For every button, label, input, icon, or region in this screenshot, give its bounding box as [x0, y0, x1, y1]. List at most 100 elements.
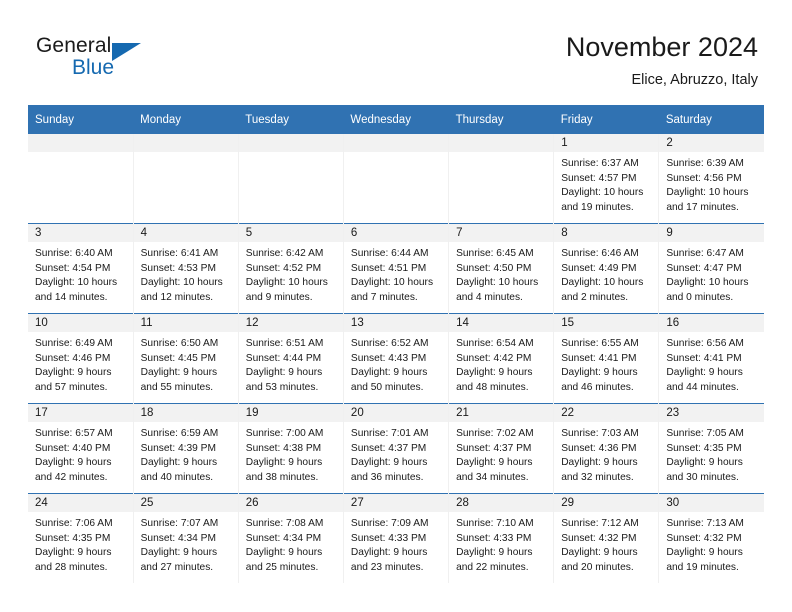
sunset-time: Sunset: 4:49 PM [561, 262, 637, 274]
calendar-day-cell[interactable]: 7 Sunrise: 6:45 AM Sunset: 4:50 PM Daylight… [448, 223, 555, 314]
calendar-day-cell[interactable]: 29 Sunrise: 7:12 AM Sunset: 4:32 PM Dayligh… [553, 493, 660, 583]
calendar-page: General Blue November 2024 Elice, Abruzz… [0, 0, 792, 612]
calendar-week-row: 1 Sunrise: 6:37 AM Sunset: 4:57 PM Daylight… [28, 134, 764, 224]
sunrise-time: Sunrise: 6:50 AM [140, 338, 219, 349]
calendar-day-cell[interactable]: 27 Sunrise: 7:09 AM Sunset: 4:33 PM Dayligh… [343, 493, 450, 583]
sunset-time: Sunset: 4:45 PM [140, 352, 216, 364]
day-number: 21 [449, 404, 554, 422]
sun-times-block: Sunrise: 7:06 AM Sunset: 4:35 PM Daylight:… [28, 512, 133, 575]
sunrise-time: Sunrise: 6:59 AM [140, 428, 219, 439]
calendar-day-cell[interactable]: 16 Sunrise: 6:56 AM Sunset: 4:41 PM Dayligh… [658, 313, 764, 404]
calendar-day-cell[interactable]: 25 Sunrise: 7:07 AM Sunset: 4:34 PM Dayligh… [133, 493, 239, 583]
day-number: 7 [449, 224, 554, 242]
sunset-time: Sunset: 4:34 PM [140, 532, 216, 544]
logo-text-general: General [36, 34, 112, 57]
sunrise-time: Sunrise: 6:49 AM [35, 338, 113, 349]
calendar-day-cell[interactable]: 30 Sunrise: 7:13 AM Sunset: 4:32 PM Dayligh… [658, 493, 764, 583]
calendar-day-cell[interactable]: 14 Sunrise: 6:54 AM Sunset: 4:42 PM Dayligh… [448, 313, 555, 404]
daylight-duration: Daylight: 9 hours and 23 minutes. [350, 547, 428, 573]
calendar-day-cell[interactable]: 8 Sunrise: 6:46 AM Sunset: 4:49 PM Daylight… [553, 223, 660, 314]
calendar-day-cell[interactable]: 20 Sunrise: 7:01 AM Sunset: 4:37 PM Dayligh… [343, 403, 450, 494]
sunset-time: Sunset: 4:44 PM [245, 352, 322, 364]
calendar-day-cell[interactable]: 21 Sunrise: 7:02 AM Sunset: 4:37 PM Dayligh… [448, 403, 555, 494]
calendar-day-cell[interactable]: 17 Sunrise: 6:57 AM Sunset: 4:40 PM Dayligh… [28, 403, 134, 494]
calendar-day-cell[interactable]: 19 Sunrise: 7:00 AM Sunset: 4:38 PM Dayligh… [238, 403, 344, 494]
calendar-day-cell-empty [133, 134, 239, 224]
calendar-day-cell-empty [343, 134, 450, 224]
calendar-week-row: 3 Sunrise: 6:40 AM Sunset: 4:54 PM Daylight… [28, 223, 764, 314]
sun-times-block: Sunrise: 6:50 AM Sunset: 4:45 PM Daylight:… [134, 332, 238, 395]
sunset-time: Sunset: 4:52 PM [245, 262, 322, 274]
sunrise-time: Sunrise: 7:09 AM [350, 518, 429, 529]
sunset-time: Sunset: 4:46 PM [35, 352, 111, 364]
sun-times-block: Sunrise: 6:47 AM Sunset: 4:47 PM Daylight:… [659, 242, 764, 305]
calendar-day-cell[interactable]: 24 Sunrise: 7:06 AM Sunset: 4:35 PM Dayligh… [28, 493, 134, 583]
sun-times-block: Sunrise: 6:46 AM Sunset: 4:49 PM Daylight:… [554, 242, 658, 305]
day-number: 1 [554, 134, 659, 152]
calendar-day-cell[interactable]: 5 Sunrise: 6:42 AM Sunset: 4:52 PM Daylight… [238, 223, 344, 314]
calendar-day-cell[interactable]: 18 Sunrise: 6:59 AM Sunset: 4:39 PM Dayligh… [133, 403, 239, 494]
daylight-duration: Daylight: 9 hours and 30 minutes. [666, 457, 743, 483]
calendar-day-cell[interactable]: 15 Sunrise: 6:55 AM Sunset: 4:41 PM Dayligh… [553, 313, 660, 404]
sunrise-time: Sunrise: 6:45 AM [456, 248, 534, 259]
sunrise-time: Sunrise: 6:40 AM [35, 248, 113, 259]
sun-times-block: Sunrise: 7:13 AM Sunset: 4:32 PM Daylight:… [659, 512, 764, 575]
day-number: 22 [554, 404, 659, 422]
sun-times-block: Sunrise: 6:56 AM Sunset: 4:41 PM Daylight:… [659, 332, 764, 395]
sun-times-block: Sunrise: 7:03 AM Sunset: 4:36 PM Daylight:… [554, 422, 658, 485]
sun-times-block: Sunrise: 7:10 AM Sunset: 4:33 PM Daylight:… [449, 512, 553, 575]
sunrise-time: Sunrise: 6:54 AM [456, 338, 534, 349]
calendar-day-cell[interactable]: 9 Sunrise: 6:47 AM Sunset: 4:47 PM Daylight… [658, 223, 764, 314]
calendar-day-cell[interactable]: 3 Sunrise: 6:40 AM Sunset: 4:54 PM Daylight… [28, 223, 134, 314]
daylight-duration: Daylight: 9 hours and 20 minutes. [561, 547, 638, 573]
calendar-day-cell[interactable]: 26 Sunrise: 7:08 AM Sunset: 4:34 PM Dayligh… [238, 493, 344, 583]
day-number: 18 [133, 404, 238, 422]
day-number: 9 [659, 224, 764, 242]
sun-times-block: Sunrise: 7:00 AM Sunset: 4:38 PM Daylight:… [239, 422, 343, 485]
sun-times-block: Sunrise: 6:39 AM Sunset: 4:56 PM Daylight:… [659, 152, 764, 215]
day-number: 3 [28, 224, 133, 242]
general-blue-logo[interactable]: General Blue [36, 34, 236, 94]
calendar-day-cell[interactable]: 4 Sunrise: 6:41 AM Sunset: 4:53 PM Daylight… [133, 223, 239, 314]
calendar-day-cell-empty [238, 134, 344, 224]
weekday-header-wednesday: Wednesday [343, 105, 449, 134]
daylight-duration: Daylight: 9 hours and 40 minutes. [140, 457, 218, 483]
daylight-duration: Daylight: 10 hours and 14 minutes. [35, 277, 118, 303]
calendar-day-cell-empty [448, 134, 555, 224]
day-number: 16 [659, 314, 764, 332]
sunrise-time: Sunrise: 6:55 AM [561, 338, 639, 349]
sunset-time: Sunset: 4:47 PM [666, 262, 742, 274]
calendar-day-cell[interactable]: 11 Sunrise: 6:50 AM Sunset: 4:45 PM Dayligh… [133, 313, 239, 404]
sunrise-time: Sunrise: 7:08 AM [245, 518, 324, 529]
day-number: 5 [238, 224, 343, 242]
sunrise-time: Sunrise: 6:46 AM [561, 248, 639, 259]
page-title: November 2024 [565, 32, 758, 62]
sun-times-block: Sunrise: 6:37 AM Sunset: 4:57 PM Daylight:… [554, 152, 658, 215]
calendar-day-cell[interactable]: 13 Sunrise: 6:52 AM Sunset: 4:43 PM Dayligh… [343, 313, 450, 404]
logo-triangle-icon [112, 43, 141, 61]
day-number: 20 [343, 404, 449, 422]
calendar-day-cell[interactable]: 23 Sunrise: 7:05 AM Sunset: 4:35 PM Dayligh… [658, 403, 764, 494]
sunrise-time: Sunrise: 7:05 AM [666, 428, 744, 439]
sunrise-time: Sunrise: 6:41 AM [140, 248, 219, 259]
daylight-duration: Daylight: 10 hours and 12 minutes. [140, 277, 223, 303]
daylight-duration: Daylight: 9 hours and 34 minutes. [456, 457, 533, 483]
sunset-time: Sunset: 4:37 PM [350, 442, 427, 454]
weekday-header-saturday: Saturday [658, 105, 764, 134]
day-number: 27 [343, 494, 449, 512]
calendar-day-cell[interactable]: 28 Sunrise: 7:10 AM Sunset: 4:33 PM Dayligh… [448, 493, 555, 583]
sunrise-time: Sunrise: 7:10 AM [456, 518, 534, 529]
sun-times-block: Sunrise: 6:52 AM Sunset: 4:43 PM Daylight:… [344, 332, 448, 395]
sun-times-block: Sunrise: 7:08 AM Sunset: 4:34 PM Daylight:… [239, 512, 343, 575]
calendar-day-cell[interactable]: 22 Sunrise: 7:03 AM Sunset: 4:36 PM Dayligh… [553, 403, 660, 494]
calendar-day-cell[interactable]: 1 Sunrise: 6:37 AM Sunset: 4:57 PM Daylight… [553, 134, 660, 224]
day-number: 26 [238, 494, 343, 512]
calendar-day-cell[interactable]: 2 Sunrise: 6:39 AM Sunset: 4:56 PM Daylight… [658, 134, 764, 224]
weekday-header-tuesday: Tuesday [238, 105, 344, 134]
day-number: 6 [343, 224, 449, 242]
sun-times-block: Sunrise: 6:54 AM Sunset: 4:42 PM Daylight:… [449, 332, 553, 395]
calendar-day-cell[interactable]: 10 Sunrise: 6:49 AM Sunset: 4:46 PM Dayligh… [28, 313, 134, 404]
calendar-day-cell[interactable]: 12 Sunrise: 6:51 AM Sunset: 4:44 PM Dayligh… [238, 313, 344, 404]
calendar-day-cell[interactable]: 6 Sunrise: 6:44 AM Sunset: 4:51 PM Daylight… [343, 223, 450, 314]
sunrise-time: Sunrise: 6:51 AM [245, 338, 324, 349]
